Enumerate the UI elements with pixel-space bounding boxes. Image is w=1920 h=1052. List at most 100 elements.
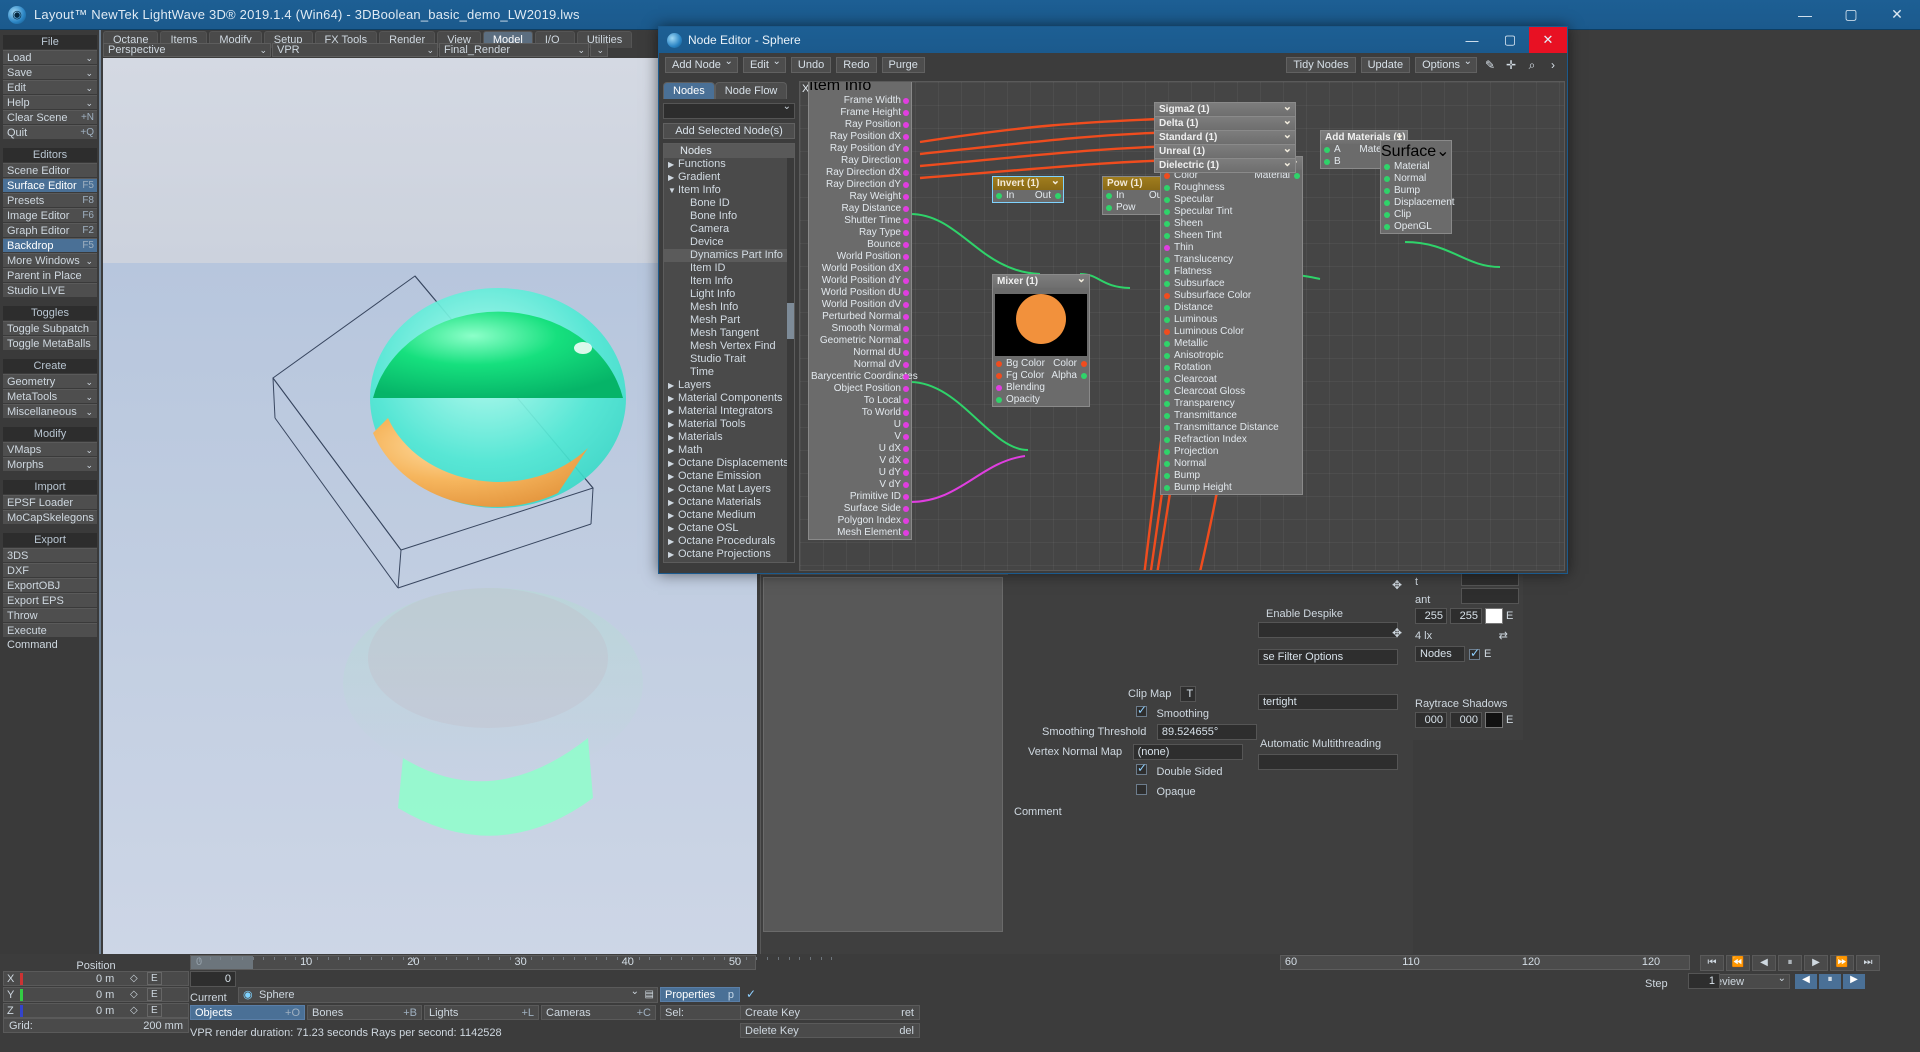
node-tree-item[interactable]: ▶ Material Integrators	[664, 405, 794, 418]
tree-scrollbar[interactable]	[787, 158, 794, 562]
node-tree-item[interactable]: Studio Trait	[664, 353, 794, 366]
gear-icon-1[interactable]: ✥	[1392, 578, 1402, 592]
node-item-info[interactable]: Item Info Frame Width Frame Height Ray Posi…	[808, 82, 918, 540]
port-item-info-output[interactable]: Geometric Normal	[809, 335, 911, 347]
node-search-input[interactable]	[663, 101, 795, 119]
port-item-info-output[interactable]: World Position dU	[809, 287, 911, 299]
node-surface-header[interactable]: Surface⌄	[1381, 141, 1451, 161]
selection-tab-lights[interactable]: Lights +L	[424, 1005, 539, 1020]
chevron-right-icon[interactable]: ▶	[668, 171, 674, 184]
port-item-info-output[interactable]: V dX	[809, 455, 911, 467]
node-tree-item[interactable]: Item Info	[664, 275, 794, 288]
port-principled-input[interactable]: Luminous Color	[1161, 326, 1302, 338]
port-surface-input[interactable]: Material	[1381, 161, 1451, 173]
port-principled-input[interactable]: Projection	[1161, 446, 1302, 458]
node-tree-item[interactable]: ▶ Octane RenderTarget	[664, 561, 794, 562]
port-principled-input[interactable]: Clearcoat	[1161, 374, 1302, 386]
envelope-button[interactable]: E	[147, 988, 162, 1001]
check-icon[interactable]: ✓	[744, 987, 758, 1002]
timeline-ruler-right[interactable]: 60 110 120 120	[1280, 955, 1690, 970]
port-item-info-output[interactable]: Primitive ID	[809, 491, 911, 503]
sidebar-item-3ds[interactable]: 3DS	[3, 548, 97, 562]
node-tree-item[interactable]: ▶ Octane Medium	[664, 509, 794, 522]
gear-icon-2[interactable]: ✥	[1392, 626, 1402, 640]
node-tree-item[interactable]: ▼ Item Info	[664, 184, 794, 197]
port-principled-input[interactable]: Specular Tint	[1161, 206, 1302, 218]
port-item-info-output[interactable]: Surface Side	[809, 503, 911, 515]
node-invert[interactable]: Invert (1) ⌄ In Out	[992, 175, 1064, 203]
node-tree-item[interactable]: Mesh Info	[664, 301, 794, 314]
port-principled-input[interactable]: Distance	[1161, 302, 1302, 314]
sidebar-item-mocapskelegons[interactable]: MoCapSkelegons	[3, 510, 97, 524]
selection-tab-cameras[interactable]: Cameras +C	[541, 1005, 656, 1020]
sidebar-item-studio-live[interactable]: Studio LIVE	[3, 283, 97, 297]
chevron-down-icon[interactable]: ⌄	[1283, 157, 1292, 170]
port-item-info-output[interactable]: Barycentric Coordinates	[809, 371, 918, 383]
node-tree-item[interactable]: Bone Info	[664, 210, 794, 223]
step-forward-button[interactable]: ▶	[1843, 974, 1865, 989]
sidebar-item-vmaps[interactable]: VMaps ⌄	[3, 442, 97, 456]
sidebar-item-quit[interactable]: Quit +Q	[3, 125, 97, 139]
node-tree-item[interactable]: ▶ Octane Projections	[664, 548, 794, 561]
port-principled-input[interactable]: Roughness	[1161, 182, 1302, 194]
play-back-icon[interactable]: ◀	[1752, 955, 1776, 971]
node-tree-item[interactable]: ▶ Materials	[664, 431, 794, 444]
node-delta-1-[interactable]: Delta (1) ⌄	[1154, 115, 1296, 131]
node-tree-item[interactable]: ▶ Material Tools	[664, 418, 794, 431]
port-item-info-output[interactable]: Frame Width	[809, 95, 911, 107]
chevron-right-icon[interactable]: ▶	[668, 392, 674, 405]
port-item-info-output[interactable]: Ray Direction	[809, 155, 911, 167]
port-item-info-output[interactable]: Ray Type	[809, 227, 911, 239]
item-picker-icon[interactable]: ▤	[645, 989, 654, 1000]
sidebar-item-presets[interactable]: Presets F8	[3, 193, 97, 207]
filter-options-dropdown[interactable]: se Filter Options	[1258, 649, 1398, 665]
port-item-info-output[interactable]: To World	[809, 407, 911, 419]
envelope-button[interactable]: E	[147, 1004, 162, 1017]
sidebar-item-backdrop[interactable]: Backdrop F5	[3, 238, 97, 252]
opaque-checkbox[interactable]	[1136, 784, 1147, 795]
extra-dropdown[interactable]: ⌄	[590, 43, 608, 57]
sidebar-item-load[interactable]: Load ⌄	[3, 50, 97, 64]
port-mixer-opacity[interactable]: Opacity	[993, 394, 1089, 406]
port-principled-input[interactable]: Clearcoat Gloss	[1161, 386, 1302, 398]
port-surface-input[interactable]: Clip	[1381, 209, 1451, 221]
port-principled-input[interactable]: Metallic	[1161, 338, 1302, 350]
node-tree-item[interactable]: ▶ Math	[664, 444, 794, 457]
chevron-right-icon[interactable]: ▶	[668, 548, 674, 561]
step-input[interactable]: 1	[1688, 973, 1720, 989]
port-item-info-output[interactable]: World Position dX	[809, 263, 911, 275]
selection-tab-objects[interactable]: Objects +O	[190, 1005, 305, 1020]
ne-redo-button[interactable]: Redo	[836, 57, 877, 73]
port-principled-input[interactable]: Anisotropic	[1161, 350, 1302, 362]
port-principled-input[interactable]: Specular	[1161, 194, 1302, 206]
port-item-info-output[interactable]: V	[809, 431, 911, 443]
sidebar-item-scene-editor[interactable]: Scene Editor	[3, 163, 97, 177]
skip-forward-icon[interactable]: ⏭	[1856, 955, 1880, 971]
ne-add-node-button[interactable]: Add Node	[665, 55, 738, 73]
port-item-info-output[interactable]: U	[809, 419, 911, 431]
double-sided-checkbox[interactable]	[1136, 761, 1147, 775]
sidebar-item-dxf[interactable]: DXF	[3, 563, 97, 577]
port-principled-input[interactable]: Rotation	[1161, 362, 1302, 374]
multithreading-dropdown[interactable]	[1258, 754, 1398, 770]
node-graph-canvas[interactable]: X:31 Y:138 Zoom:91%	[799, 81, 1565, 571]
selection-tab-bones[interactable]: Bones +B	[307, 1005, 422, 1020]
port-mixer-blending[interactable]: Blending	[993, 382, 1089, 394]
despike-input[interactable]	[1258, 622, 1398, 638]
node-tree-item[interactable]: ▶ Octane Mat Layers	[664, 483, 794, 496]
chevron-right-icon[interactable]: ▶	[668, 431, 674, 444]
port-item-info-output[interactable]: Bounce	[809, 239, 911, 251]
node-stack-header[interactable]: Unreal (1) ⌄	[1155, 143, 1295, 158]
smoothing-checkbox[interactable]	[1136, 703, 1147, 717]
node-surface-output[interactable]: Surface⌄ Material Normal Bump Displacement Cl…	[1380, 140, 1455, 234]
chevron-right-icon[interactable]: ▶	[668, 405, 674, 418]
port-principled-input[interactable]: Normal	[1161, 458, 1302, 470]
vertex-normal-map-dropdown[interactable]: (none)	[1132, 744, 1243, 760]
port-principled-input[interactable]: Luminous	[1161, 314, 1302, 326]
port-mixer-fgcolor[interactable]: Fg Color Alpha	[993, 370, 1089, 382]
port-principled-input[interactable]: Sheen Tint	[1161, 230, 1302, 242]
watertight-dropdown[interactable]: tertight	[1258, 694, 1398, 710]
axis-value[interactable]: 0 m	[96, 973, 114, 985]
ne-undo-button[interactable]: Undo	[790, 57, 832, 73]
port-principled-input[interactable]: Bump	[1161, 470, 1302, 482]
